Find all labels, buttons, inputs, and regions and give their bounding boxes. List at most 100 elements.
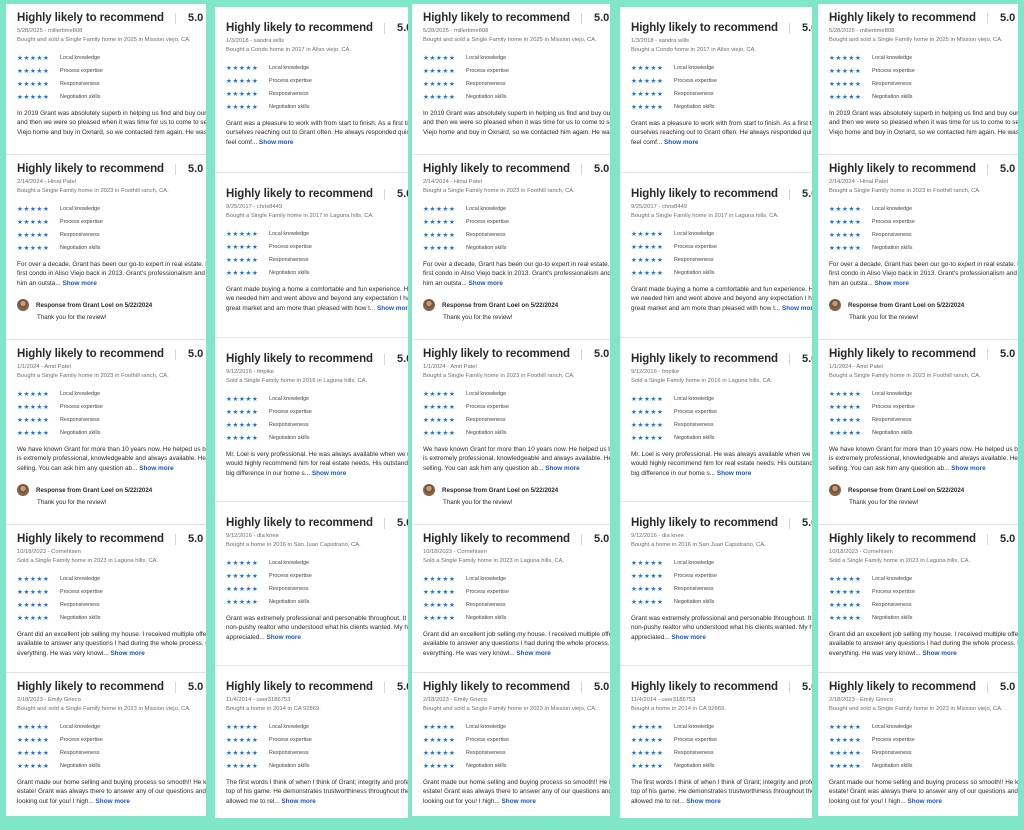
review-date-author: 10/18/2023 - Cornehlsen (829, 549, 893, 555)
rating-stars-icon: ★★★★★ (226, 421, 259, 429)
rating-row: ★★★★★ Responsiveness (631, 87, 812, 100)
rating-label: Responsiveness (872, 416, 912, 423)
rating-list: ★★★★★ Local knowledge ★★★★★ Process experti… (829, 202, 1018, 254)
response-text: Thank you for the review! (37, 314, 107, 321)
header-divider (383, 681, 385, 693)
rating-stars-icon: ★★★★★ (226, 598, 259, 606)
rating-row: ★★★★★ Negotiation skills (226, 100, 408, 113)
rating-stars-icon: ★★★★★ (226, 434, 259, 442)
rating-row: ★★★★★ Negotiation skills (631, 759, 812, 772)
show-more-link[interactable]: Show more (96, 798, 130, 805)
rating-stars-icon: ★★★★★ (226, 408, 259, 416)
rating-label: Negotiation skills (269, 103, 310, 110)
rating-row: ★★★★★ Negotiation skills (423, 759, 610, 772)
rating-row: ★★★★★ Local knowledge (631, 392, 812, 405)
review-title: Highly likely to recommend (829, 348, 976, 360)
rating-row: ★★★★★ Process expertise (829, 64, 1018, 77)
rating-row: ★★★★★ Process expertise (226, 74, 408, 87)
rating-stars-icon: ★★★★★ (631, 585, 664, 593)
show-more-link[interactable]: Show more (468, 280, 502, 287)
show-more-link[interactable]: Show more (874, 280, 908, 287)
show-more-link[interactable]: Show more (545, 465, 579, 472)
review-date-author: 2/18/2023 - Emily Grieco (17, 697, 81, 703)
rating-stars-icon: ★★★★★ (226, 559, 259, 567)
review-date-author: 1/1/2024 - Amit Patel (829, 364, 883, 370)
review-text-content: We have known Grant for more than 10 yea… (829, 446, 1018, 472)
review-transaction: Bought a Condo home in 2017 in Aliso vie… (226, 47, 352, 53)
rating-label: Process expertise (872, 403, 915, 410)
review-transaction: Bought a Condo home in 2017 in Aliso vie… (631, 47, 757, 53)
show-more-link[interactable]: Show more (62, 280, 96, 287)
show-more-link[interactable]: Show more (672, 634, 706, 641)
review-card: Highly likely to recommend5.0★9/12/2016 … (215, 337, 408, 478)
rating-label: Local knowledge (466, 205, 507, 212)
review-text-content: Grant was extremely professional and per… (226, 615, 408, 641)
review-card: Highly likely to recommend5.0★9/12/2016 … (215, 501, 408, 642)
show-more-link[interactable]: Show more (951, 465, 985, 472)
star-icon: ★ (1017, 165, 1018, 173)
review-score: 5.0 (187, 681, 204, 693)
rating-stars-icon: ★★★★★ (226, 749, 259, 757)
review-text-content: In 2019 Grant was absolutely superb in h… (829, 110, 1018, 136)
review-title: Highly likely to recommend (423, 163, 570, 175)
review-card: Highly likely to recommend5.0★9/25/2017 … (620, 172, 812, 313)
show-more-link[interactable]: Show more (281, 798, 315, 805)
agent-avatar (17, 484, 29, 496)
show-more-link[interactable]: Show more (259, 139, 293, 146)
rating-label: Responsiveness (60, 416, 100, 423)
show-more-link[interactable]: Show more (686, 798, 720, 805)
rating-list: ★★★★★ Local knowledge ★★★★★ Process experti… (631, 61, 812, 113)
header-divider (383, 188, 385, 200)
review-title: Highly likely to recommend (423, 681, 570, 693)
rating-label: Local knowledge (466, 575, 507, 582)
rating-label: Process expertise (466, 588, 509, 595)
rating-row: ★★★★★ Process expertise (226, 240, 408, 253)
show-more-link[interactable]: Show more (110, 650, 144, 657)
show-more-link[interactable]: Show more (922, 650, 956, 657)
review-score: 5.0 (187, 348, 204, 360)
show-more-link[interactable]: Show more (664, 139, 698, 146)
show-more-link[interactable]: Show more (377, 305, 408, 312)
rating-row: ★★★★★ Responsiveness (17, 746, 206, 759)
review-card: Highly likely to recommend5.0★5/28/2025 … (412, 4, 610, 137)
rating-label: Responsiveness (466, 80, 506, 87)
rating-list: ★★★★★ Local knowledge ★★★★★ Process experti… (631, 392, 812, 444)
show-more-link[interactable]: Show more (139, 465, 173, 472)
review-text: For over a decade, Grant has been our go… (17, 260, 206, 288)
rating-stars-icon: ★★★★★ (631, 762, 664, 770)
review-score: 5.0 (801, 517, 812, 529)
rating-row: ★★★★★ Local knowledge (226, 61, 408, 74)
header-divider (174, 163, 176, 175)
rating-label: Negotiation skills (60, 429, 101, 436)
rating-label: Local knowledge (269, 559, 310, 566)
header-divider (986, 681, 988, 693)
rating-label: Negotiation skills (60, 244, 101, 251)
rating-label: Local knowledge (674, 395, 715, 402)
show-more-link[interactable]: Show more (516, 650, 550, 657)
rating-stars-icon: ★★★★★ (829, 93, 862, 101)
show-more-link[interactable]: Show more (908, 798, 942, 805)
rating-label: Responsiveness (674, 256, 714, 263)
header-divider (580, 681, 582, 693)
show-more-link[interactable]: Show more (267, 634, 301, 641)
show-more-link[interactable]: Show more (312, 470, 346, 477)
show-more-link[interactable]: Show more (782, 305, 812, 312)
rating-stars-icon: ★★★★★ (829, 390, 862, 398)
response-author: Response from Grant Loel on 5/22/2024 (848, 486, 965, 494)
review-header: Highly likely to recommend5.0★ (423, 678, 610, 696)
review-title: Highly likely to recommend (226, 681, 373, 693)
review-text: Grant was a pleasure to work with from s… (631, 119, 812, 147)
rating-row: ★★★★★ Process expertise (423, 215, 610, 228)
rating-label: Local knowledge (466, 390, 507, 397)
rating-stars-icon: ★★★★★ (423, 416, 456, 424)
rating-stars-icon: ★★★★★ (17, 588, 50, 596)
show-more-link[interactable]: Show more (717, 470, 751, 477)
review-title: Highly likely to recommend (226, 517, 373, 529)
rating-stars-icon: ★★★★★ (829, 416, 862, 424)
rating-list: ★★★★★ Local knowledge ★★★★★ Process experti… (631, 227, 812, 279)
review-date-author: 2/18/2023 - Emily Grieco (423, 697, 487, 703)
rating-row: ★★★★★ Process expertise (423, 400, 610, 413)
show-more-link[interactable]: Show more (502, 798, 536, 805)
rating-list: ★★★★★ Local knowledge ★★★★★ Process experti… (226, 720, 408, 772)
review-score: 5.0 (999, 12, 1016, 24)
